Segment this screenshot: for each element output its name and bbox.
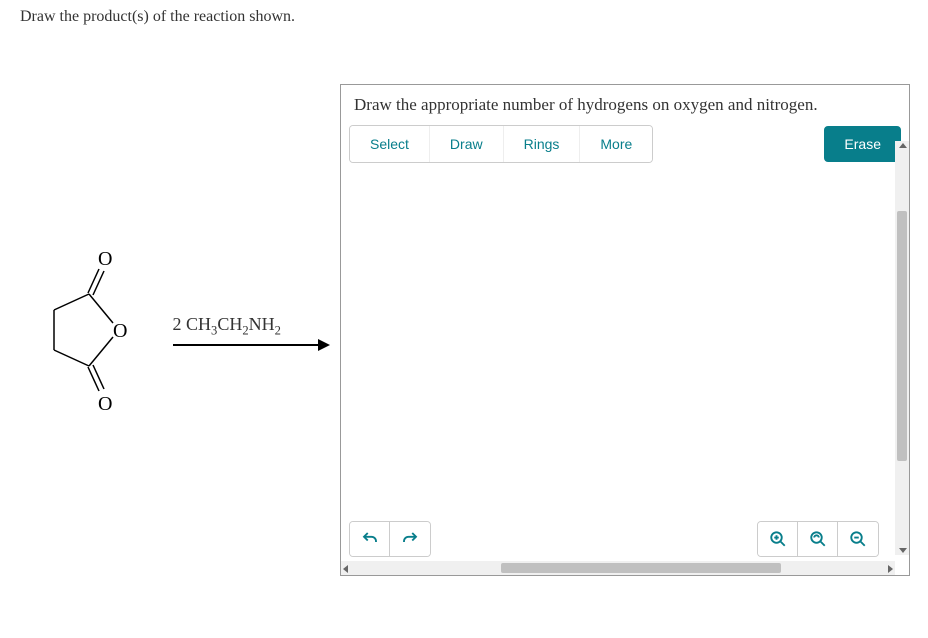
zoom-reset-button[interactable] — [798, 522, 838, 556]
horizontal-scrollbar[interactable] — [341, 561, 895, 575]
drawing-editor: Draw the appropriate number of hydrogens… — [340, 84, 910, 576]
zoom-reset-icon — [809, 530, 827, 548]
svg-text:O: O — [98, 393, 112, 415]
scroll-right-icon — [888, 565, 893, 573]
undo-icon — [361, 530, 379, 548]
vertical-scrollbar[interactable] — [895, 141, 909, 555]
zoom-out-button[interactable] — [838, 522, 878, 556]
drawing-canvas[interactable] — [349, 171, 901, 521]
zoom-in-button[interactable] — [758, 522, 798, 556]
editor-toolbar: Select Draw Rings More Erase — [349, 125, 901, 163]
select-tool-button[interactable]: Select — [350, 126, 430, 162]
reagent-label: 2 CH3CH2NH2 — [173, 314, 328, 339]
scroll-up-icon — [899, 143, 907, 148]
scroll-thumb[interactable] — [501, 563, 781, 573]
redo-button[interactable] — [390, 522, 430, 556]
reaction-arrow — [173, 344, 328, 346]
erase-button[interactable]: Erase — [824, 126, 901, 162]
scroll-thumb[interactable] — [897, 211, 907, 461]
redo-icon — [401, 530, 419, 548]
zoom-out-icon — [849, 530, 867, 548]
undo-button[interactable] — [350, 522, 390, 556]
reaction-diagram: O O O — [0, 84, 340, 576]
zoom-in-icon — [769, 530, 787, 548]
draw-tool-button[interactable]: Draw — [430, 126, 504, 162]
more-tool-button[interactable]: More — [580, 126, 652, 162]
question-prompt: Draw the product(s) of the reaction show… — [0, 0, 928, 34]
reactant-molecule: O O O — [33, 245, 153, 415]
editor-instruction: Draw the appropriate number of hydrogens… — [349, 93, 901, 125]
scroll-left-icon — [343, 565, 348, 573]
rings-tool-button[interactable]: Rings — [504, 126, 581, 162]
svg-text:O: O — [113, 320, 127, 342]
svg-text:O: O — [98, 248, 112, 270]
scroll-down-icon — [899, 548, 907, 553]
